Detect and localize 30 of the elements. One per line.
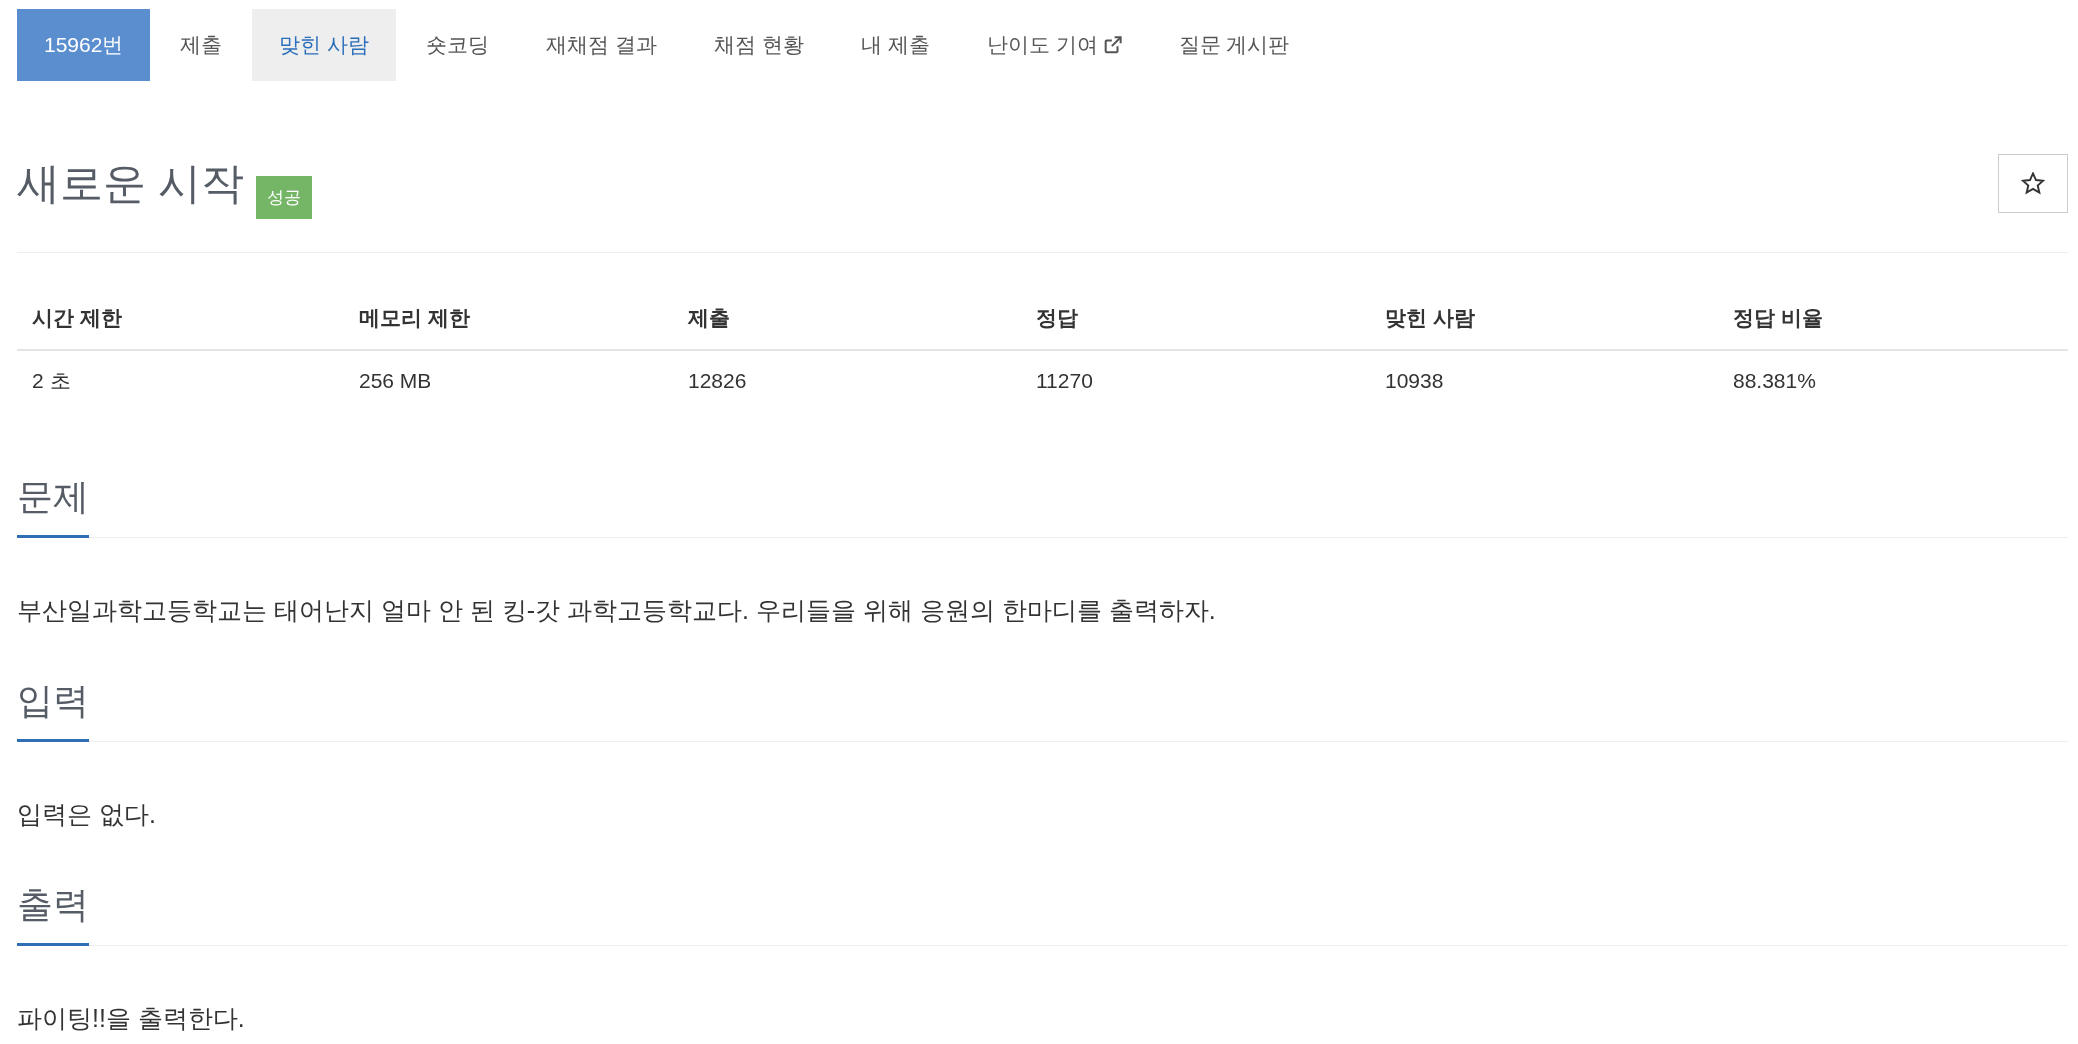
section-text: 입력은 없다. xyxy=(17,799,157,830)
column-header: 제출 xyxy=(688,306,730,330)
column-header: 맞힌 사람 xyxy=(1385,306,1475,330)
table-cell: 12826 xyxy=(688,369,747,393)
column-header: 시간 제한 xyxy=(32,306,122,330)
table-cell: 88.381% xyxy=(1733,369,1816,393)
column-header: 정답 비율 xyxy=(1733,306,1823,330)
table-cell: 2 초 xyxy=(32,369,71,393)
column-header: 정답 xyxy=(1036,306,1078,330)
section-text: 파이팅!!을 출력한다. xyxy=(17,1003,246,1034)
column-header: 메모리 제한 xyxy=(359,306,470,330)
nav-tab[interactable]: 질문 게시판 xyxy=(1151,9,1317,81)
nav-tab[interactable]: 제출 xyxy=(153,9,250,81)
section-heading: 입력 xyxy=(17,677,89,742)
nav-tab[interactable]: 재채점 결과 xyxy=(519,9,685,81)
table-cell: 11270 xyxy=(1036,369,1093,393)
problem-title: 새로운 시작 xyxy=(17,158,244,209)
section-heading: 문제 xyxy=(17,473,89,538)
status-badge: 성공 xyxy=(255,176,312,219)
nav-tab[interactable]: 난이도 기여 xyxy=(959,9,1149,81)
favorite-button[interactable] xyxy=(1998,154,2068,213)
nav-tab[interactable]: 맞힌 사람 xyxy=(252,9,397,81)
nav-tab[interactable]: 숏코딩 xyxy=(399,9,517,81)
nav-tab[interactable]: 내 제출 xyxy=(833,9,957,81)
nav-tab[interactable]: 채점 현황 xyxy=(687,9,831,81)
external-link-icon xyxy=(1103,36,1122,54)
table-cell: 10938 xyxy=(1385,369,1444,393)
section-heading: 출력 xyxy=(17,881,89,946)
section-text: 부산일과학고등학교는 태어난지 얼마 안 된 킹-갓 과학고등학교다. 우리들을 위해 응원의 한마디를 출력하자. xyxy=(17,595,1217,626)
table-cell: 256 MB xyxy=(359,369,432,393)
